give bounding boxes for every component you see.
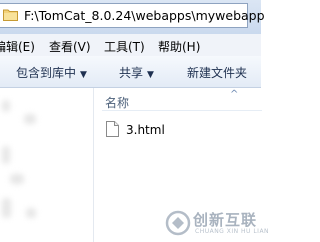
folder-icon [3, 9, 18, 21]
sort-indicator-icon: ^ [230, 89, 239, 100]
address-bar: F:\TomCat_8.0.24\webapps\mywebapp [0, 0, 265, 34]
address-field[interactable]: F:\TomCat_8.0.24\webapps\mywebapp [0, 3, 265, 28]
menu-view[interactable]: 查看(V) [49, 38, 91, 55]
menu-help[interactable]: 帮助(H) [158, 38, 200, 55]
include-in-library-button[interactable]: 包含到库中 ▼ [16, 64, 87, 81]
address-path: F:\TomCat_8.0.24\webapps\mywebapp [24, 8, 265, 23]
brand-logo-icon [165, 210, 191, 236]
column-header-name[interactable]: 名称 [105, 94, 129, 111]
watermark-subtext: CHUANG XIN HU LIAN [195, 228, 270, 235]
chevron-down-icon: ▼ [147, 70, 154, 80]
header-divider [102, 110, 262, 111]
new-folder-button[interactable]: 新建文件夹 [187, 64, 247, 81]
file-icon [106, 121, 119, 137]
command-bar: 包含到库中 ▼ 共享 ▼ 新建文件夹 [0, 56, 261, 88]
chevron-down-icon: ▼ [80, 70, 87, 80]
share-button[interactable]: 共享 ▼ [119, 64, 154, 81]
navigation-pane[interactable] [0, 88, 94, 242]
watermark-text: 创新互联 [193, 211, 258, 229]
include-in-library-label: 包含到库中 [16, 66, 77, 80]
watermark: 创新互联 CHUANG XIN HU LIAN [165, 208, 269, 242]
list-item[interactable]: 3.html [106, 121, 246, 139]
menu-edit[interactable]: 编辑(E) [0, 38, 35, 55]
file-name: 3.html [126, 123, 165, 137]
menu-bar: 编辑(E) 查看(V) 工具(T) 帮助(H) [0, 34, 261, 57]
menu-tools[interactable]: 工具(T) [104, 38, 145, 55]
share-label: 共享 [119, 66, 144, 80]
